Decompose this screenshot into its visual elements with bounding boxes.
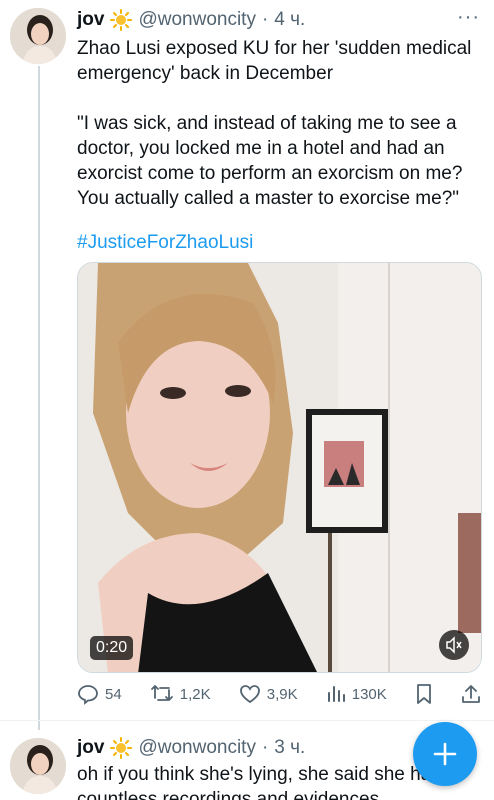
video-duration: 0:20 [90,636,134,660]
author-handle[interactable]: @wonwoncity [138,737,256,759]
retweet-icon [150,683,174,705]
timestamp[interactable]: 3 ч. [274,737,305,759]
compose-icon [432,734,458,774]
timestamp[interactable]: 4 ч. [274,9,305,31]
tweet-header: jov @wonwoncity · 3 ч. [77,736,305,760]
tweet-actions: 54 1,2K 3,9K 130K [77,680,481,708]
like-button[interactable]: 3,9K [239,683,298,705]
tweet-text: Zhao Lusi exposed KU for her 'sudden med… [77,38,472,209]
author-name[interactable]: jov [77,737,104,759]
avatar[interactable] [10,8,66,64]
reply-button[interactable]: 54 [77,683,122,705]
sun-emoji-icon [110,9,133,31]
views-icon [326,684,346,704]
reply-icon [77,683,99,705]
author-name[interactable]: jov [77,9,104,31]
author-handle[interactable]: @wonwoncity [138,9,256,31]
tweet[interactable]: jov @wonwoncity · 4 ч. ··· Zhao Lusi exp… [0,0,494,720]
retweet-count: 1,2K [179,685,211,703]
retweet-button[interactable]: 1,2K [150,683,211,705]
sun-emoji-icon [110,737,133,759]
like-icon [239,683,261,705]
separator-dot: · [261,9,269,30]
mute-icon[interactable] [439,630,469,660]
video-player[interactable]: 0:20 [77,262,482,673]
hashtag-link[interactable]: #JusticeForZhaoLusi [77,230,479,255]
bookmark-icon [415,683,433,705]
views-button[interactable]: 130K [326,684,387,704]
tweet-header: jov @wonwoncity · 4 ч. [77,8,305,32]
share-button[interactable] [461,683,481,705]
video-thumbnail [78,263,481,672]
views-count: 130K [351,685,387,703]
tweet-divider [0,720,494,721]
more-icon[interactable]: ··· [457,7,480,27]
compose-button[interactable] [413,722,477,786]
bookmark-button[interactable] [415,683,433,705]
like-count: 3,9K [266,685,298,703]
avatar[interactable] [10,738,66,794]
separator-dot: · [261,737,269,758]
reply-count: 54 [105,685,122,703]
share-icon [461,683,481,705]
